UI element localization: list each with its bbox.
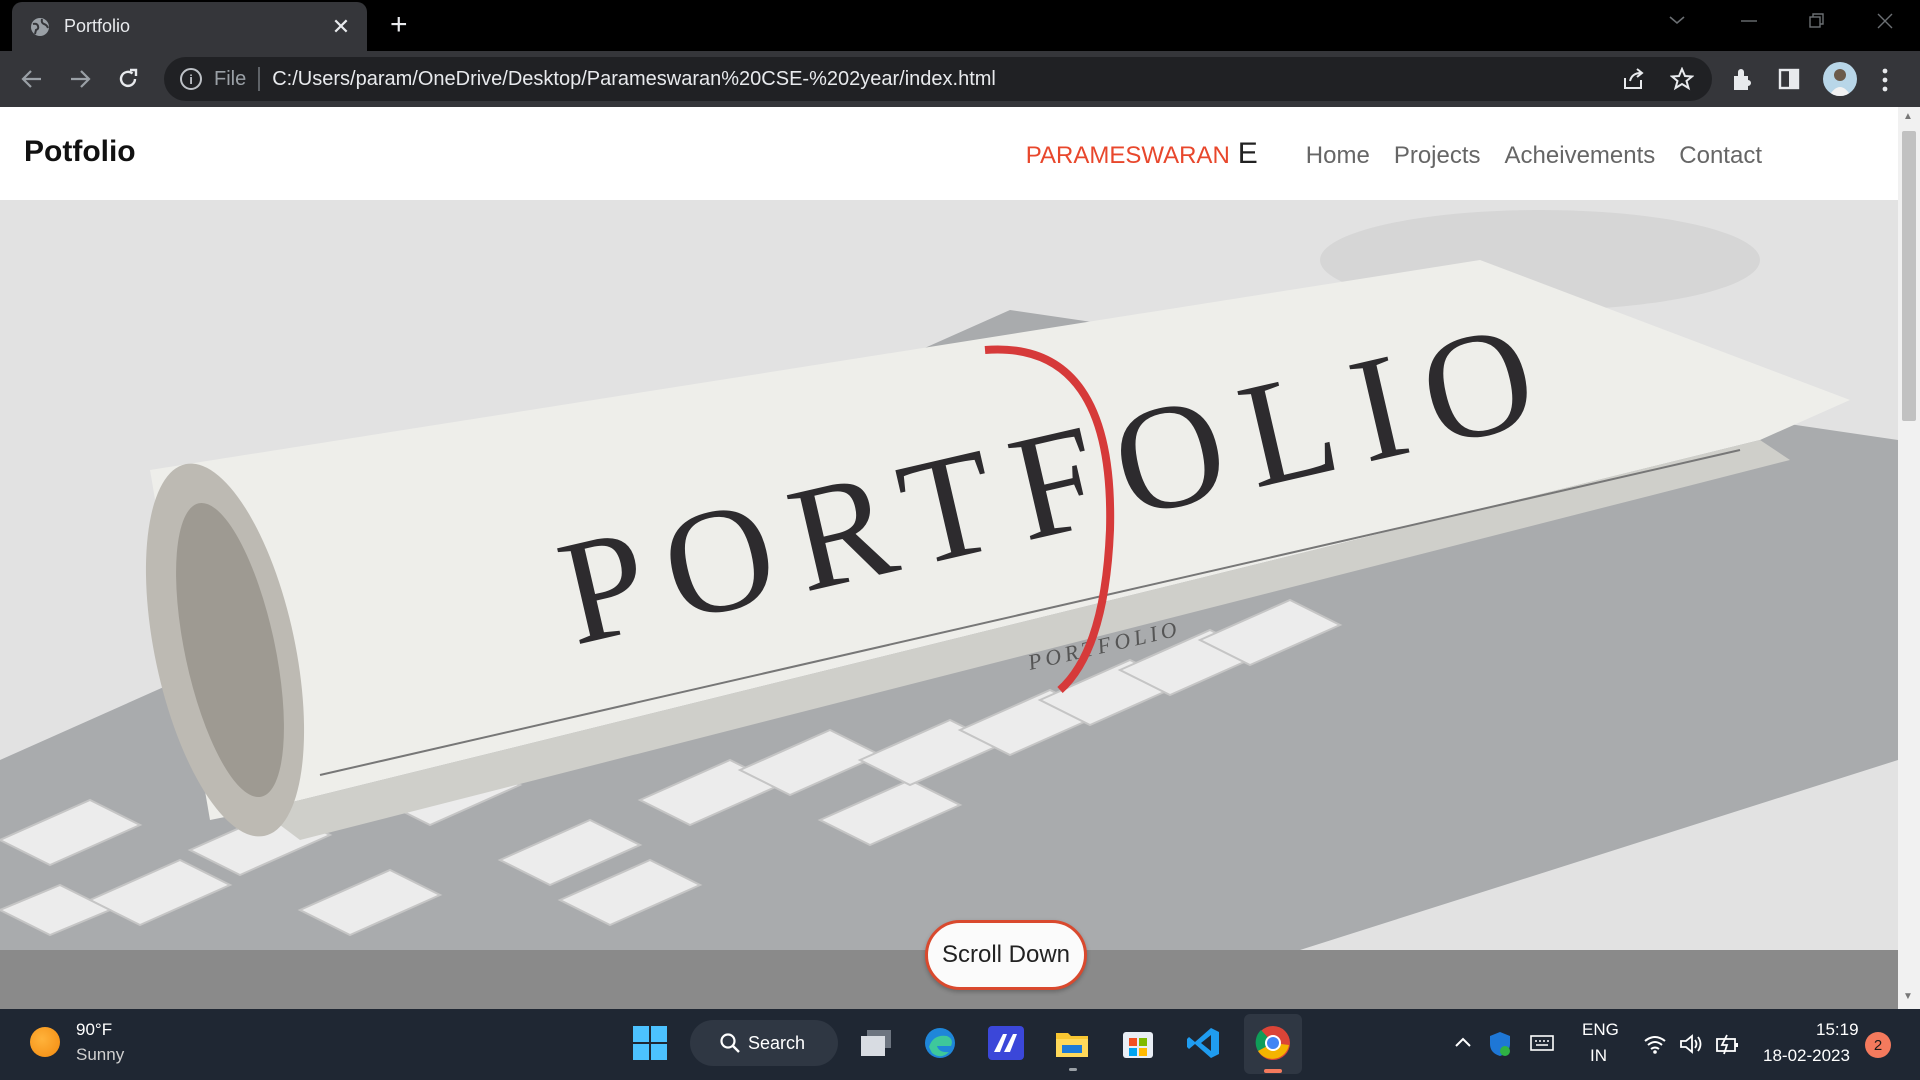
nav-owner-initial: E	[1237, 137, 1258, 170]
site-navbar: Potfolio PARAMESWARAN E Home Projects Ac…	[0, 107, 1898, 200]
page-viewport: Potfolio PARAMESWARAN E Home Projects Ac…	[0, 107, 1898, 1009]
restore-icon[interactable]	[1808, 12, 1826, 30]
page-scrollbar[interactable]: ▲ ▼	[1898, 107, 1920, 1009]
site-brand[interactable]: Potfolio	[24, 135, 136, 169]
info-icon[interactable]: i	[180, 68, 202, 90]
side-panel-icon[interactable]	[1778, 68, 1800, 90]
back-icon[interactable]	[16, 63, 48, 95]
hero-image: PORTFOLIO PORTFOLIO	[0, 200, 1898, 950]
scroll-up-arrow-icon[interactable]: ▲	[1903, 111, 1913, 122]
windows-taskbar	[0, 1009, 1920, 1080]
menu-kebab-icon[interactable]	[1880, 67, 1890, 93]
language-bottom[interactable]: IN	[1590, 1046, 1607, 1066]
tab-strip: Portfolio ✕ +	[0, 0, 1920, 51]
search-label: Search	[748, 1032, 806, 1053]
extensions-icon[interactable]	[1730, 66, 1756, 92]
weather-condition[interactable]: Sunny	[76, 1045, 124, 1065]
omnibox-divider	[258, 67, 261, 91]
chrome-taskbar-active[interactable]	[1244, 1014, 1302, 1074]
chevron-up-icon[interactable]	[1454, 1036, 1472, 1048]
nav-link-contact[interactable]: Contact	[1679, 142, 1762, 170]
close-window-icon[interactable]	[1876, 12, 1894, 30]
tab-search-icon[interactable]	[1668, 14, 1686, 26]
nav-links: PARAMESWARAN E Home Projects Acheivement…	[1026, 137, 1762, 171]
share-icon[interactable]	[1622, 68, 1646, 90]
globe-icon	[31, 17, 49, 36]
active-app-indicator	[1264, 1069, 1282, 1073]
security-shield-icon[interactable]	[1488, 1031, 1512, 1057]
clock-time[interactable]: 15:19	[1816, 1020, 1859, 1040]
running-indicator	[1069, 1068, 1077, 1071]
scroll-down-button[interactable]: Scroll Down	[925, 920, 1087, 990]
language-top[interactable]: ENG	[1582, 1020, 1619, 1040]
url-scheme: File	[214, 67, 247, 90]
edge-browser-icon[interactable]	[922, 1025, 958, 1061]
volume-icon[interactable]	[1679, 1033, 1703, 1055]
nav-link-acheivements[interactable]: Acheivements	[1505, 142, 1656, 170]
task-view-icon[interactable]	[858, 1025, 894, 1061]
wifi-icon[interactable]	[1643, 1034, 1667, 1054]
new-tab-button[interactable]: +	[390, 10, 408, 40]
notification-badge[interactable]: 2	[1865, 1032, 1891, 1058]
start-windows-icon[interactable]	[632, 1025, 668, 1061]
forward-icon[interactable]	[64, 63, 96, 95]
tab-title: Portfolio	[64, 16, 131, 36]
sun-icon[interactable]	[30, 1027, 60, 1057]
tab-portfolio[interactable]: Portfolio ✕	[12, 2, 367, 51]
nav-link-projects[interactable]: Projects	[1394, 142, 1481, 170]
hero-illustration: PORTFOLIO PORTFOLIO	[0, 200, 1898, 950]
profile-avatar[interactable]	[1823, 62, 1857, 96]
keyboard-icon[interactable]	[1530, 1034, 1554, 1052]
clock-date[interactable]: 18-02-2023	[1763, 1046, 1850, 1066]
nav-link-home[interactable]: Home	[1306, 142, 1370, 170]
person-icon	[1829, 69, 1851, 96]
reload-icon[interactable]	[112, 63, 144, 95]
nav-owner-name: PARAMESWARAN	[1025, 142, 1230, 169]
scroll-down-arrow-icon[interactable]: ▼	[1903, 991, 1913, 1002]
app-launcher-icon[interactable]	[988, 1025, 1024, 1061]
minimize-icon[interactable]	[1740, 14, 1758, 26]
microsoft-store-icon[interactable]	[1120, 1025, 1156, 1061]
search-icon	[720, 1033, 740, 1053]
url-text[interactable]: C:/Users/param/OneDrive/Desktop/Paramesw…	[272, 68, 996, 91]
file-explorer-icon[interactable]	[1054, 1025, 1090, 1061]
scrollbar-thumb[interactable]	[1902, 131, 1916, 421]
battery-charging-icon[interactable]	[1715, 1033, 1741, 1055]
browser-window: Portfolio ✕ + i File C:/Users/param/OneD…	[0, 0, 1920, 1009]
chrome-icon	[1255, 1026, 1290, 1060]
address-bar[interactable]: i File C:/Users/param/OneDrive/Desktop/P…	[164, 57, 1712, 101]
bookmark-star-icon[interactable]	[1670, 67, 1694, 91]
weather-temperature[interactable]: 90°F	[76, 1020, 112, 1040]
browser-toolbar: i File C:/Users/param/OneDrive/Desktop/P…	[0, 51, 1920, 107]
close-tab-icon[interactable]: ✕	[329, 14, 353, 40]
taskbar-search[interactable]: Search	[690, 1020, 838, 1066]
vscode-icon[interactable]	[1186, 1025, 1222, 1061]
